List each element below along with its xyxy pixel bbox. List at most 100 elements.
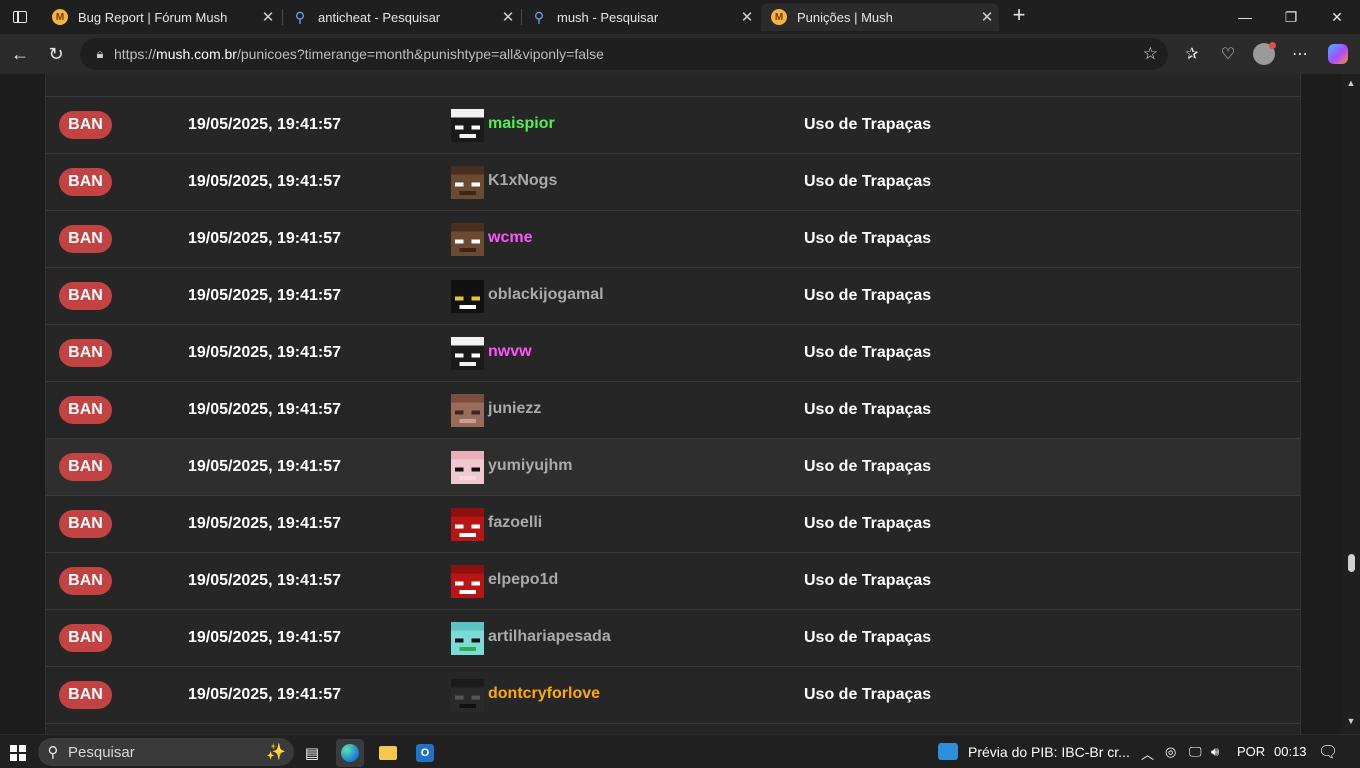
- refresh-button[interactable]: ↻: [42, 40, 70, 68]
- player-nickname[interactable]: yumiyujhm: [488, 456, 572, 476]
- notifications-icon[interactable]: 🗨︎: [1318, 742, 1338, 762]
- table-row[interactable]: BAN 19/05/2025, 19:41:57 artilhariapesada U…: [46, 610, 1301, 667]
- player-nickname[interactable]: artilhariapesada: [488, 627, 611, 647]
- punishment-type-badge: BAN: [59, 396, 112, 424]
- punishment-type-badge: BAN: [59, 111, 112, 139]
- close-icon[interactable]: ✕: [256, 8, 280, 26]
- tab-bug-report[interactable]: M Bug Report | Fórum Mush ✕: [42, 3, 280, 31]
- scroll-down-arrow[interactable]: ▼: [1346, 716, 1356, 726]
- player-head-avatar: [451, 280, 484, 313]
- restore-button[interactable]: ❐: [1268, 0, 1314, 34]
- camera-icon[interactable]: ◎: [1165, 744, 1176, 760]
- browser-toolbar: ← ↻ 🔒︎ https://mush.com.br/punicoes?time…: [0, 34, 1360, 74]
- vertical-scrollbar[interactable]: ▲ ▼: [1342, 74, 1360, 734]
- table-row[interactable]: BAN 19/05/2025, 19:41:57 oblackijogamal Uso…: [46, 268, 1301, 325]
- player-nickname[interactable]: dontcryforlove: [488, 684, 600, 704]
- tab-anticheat-search[interactable]: ⚲ anticheat - Pesquisar ✕: [282, 3, 520, 31]
- tab-actions-button[interactable]: [0, 0, 40, 34]
- mush-icon: M: [52, 9, 68, 25]
- table-row[interactable]: BAN 19/05/2025, 19:41:57 juniezz Uso de Tra…: [46, 382, 1301, 439]
- punishment-reason: Uso de Trapaças: [804, 515, 932, 532]
- edge-taskbar-button[interactable]: [336, 739, 364, 767]
- table-row[interactable]: BAN 19/05/2025, 19:41:57 yumiyujhm Uso de T…: [46, 439, 1301, 496]
- player-nickname[interactable]: nwvw: [488, 342, 532, 362]
- taskbar-search[interactable]: ⚲ Pesquisar ✨: [38, 738, 294, 766]
- clock[interactable]: 00:13: [1274, 744, 1307, 759]
- table-row[interactable]: BAN 19/05/2025, 19:41:57 fazoelli Uso de Tr…: [46, 496, 1301, 553]
- taskbar-search-placeholder: Pesquisar: [68, 743, 135, 761]
- table-row[interactable]: BAN 19/05/2025, 19:41:57 maispior Uso de Tr…: [46, 97, 1301, 154]
- player-nickname[interactable]: elpepo1d: [488, 570, 558, 590]
- language-indicator[interactable]: POR: [1237, 744, 1265, 759]
- volume-icon[interactable]: 🔊︎: [1211, 744, 1219, 760]
- player-head-avatar: [451, 109, 484, 142]
- search-icon: ⚲: [47, 744, 59, 761]
- url-path: /punicoes?timerange=month&punishtype=all…: [236, 46, 604, 62]
- close-icon[interactable]: ✕: [735, 8, 759, 26]
- tab-mush-search[interactable]: ⚲ mush - Pesquisar ✕: [521, 3, 759, 31]
- punishment-reason: Uso de Trapaças: [804, 287, 932, 304]
- punishment-reason: Uso de Trapaças: [804, 572, 932, 589]
- scroll-up-arrow[interactable]: ▲: [1346, 78, 1356, 88]
- punishment-date: 19/05/2025, 19:41:57: [188, 401, 342, 418]
- page-content: BAN 19/05/2025, 19:41:57 maispior Uso de Tr…: [0, 74, 1342, 734]
- new-tab-button[interactable]: +: [1008, 3, 1030, 29]
- punishment-type-badge: BAN: [59, 168, 112, 196]
- copilot-button[interactable]: [1326, 42, 1350, 66]
- close-window-button[interactable]: ✕: [1314, 0, 1360, 34]
- url-prefix: https://: [114, 46, 157, 62]
- player-head-avatar: [451, 166, 484, 199]
- player-head-avatar: [451, 223, 484, 256]
- search-icon: ⚲: [294, 8, 306, 25]
- player-head-avatar: [451, 679, 484, 712]
- punishment-type-badge: BAN: [59, 339, 112, 367]
- favorite-star-icon[interactable]: ☆: [1143, 44, 1158, 64]
- tab-punicoes[interactable]: M Punições | Mush ✕: [761, 3, 999, 31]
- browser-essentials-icon[interactable]: ♡: [1216, 42, 1240, 66]
- url-domain: mush.com.br: [156, 46, 237, 62]
- player-nickname[interactable]: juniezz: [488, 399, 541, 419]
- table-row[interactable]: BAN 19/05/2025, 19:41:57 wcme Uso de Trapaç…: [46, 211, 1301, 268]
- player-nickname[interactable]: oblackijogamal: [488, 285, 604, 305]
- punishment-date: 19/05/2025, 19:41:57: [188, 344, 342, 361]
- table-row-partial: [46, 74, 1301, 97]
- tab-title: anticheat - Pesquisar: [318, 9, 441, 25]
- start-button[interactable]: [10, 745, 26, 761]
- news-widget[interactable]: Prévia do PIB: IBC-Br cr...: [938, 743, 1130, 760]
- table-row-partial: [46, 724, 1301, 734]
- punishment-reason: Uso de Trapaças: [804, 686, 932, 703]
- punishment-date: 19/05/2025, 19:41:57: [188, 572, 342, 589]
- close-icon[interactable]: ✕: [975, 8, 999, 26]
- profile-button[interactable]: [1252, 42, 1276, 66]
- minimize-button[interactable]: —: [1222, 0, 1268, 34]
- network-icon[interactable]: 🖵︎: [1189, 744, 1202, 760]
- player-nickname[interactable]: maispior: [488, 114, 555, 134]
- favorites-icon[interactable]: ✰: [1180, 42, 1204, 66]
- punishment-type-badge: BAN: [59, 510, 112, 538]
- tab-strip: M Bug Report | Fórum Mush ✕ ⚲ anticheat …: [0, 0, 1360, 34]
- table-row[interactable]: BAN 19/05/2025, 19:41:57 dontcryforlove Uso…: [46, 667, 1301, 724]
- address-bar[interactable]: 🔒︎ https://mush.com.br/punicoes?timerang…: [80, 38, 1168, 70]
- player-nickname[interactable]: K1xNogs: [488, 171, 557, 191]
- outlook-button[interactable]: O: [411, 739, 439, 767]
- player-nickname[interactable]: fazoelli: [488, 513, 542, 533]
- punishment-date: 19/05/2025, 19:41:57: [188, 515, 342, 532]
- punishment-date: 19/05/2025, 19:41:57: [188, 116, 342, 133]
- player-nickname[interactable]: wcme: [488, 228, 532, 248]
- url-text: https://mush.com.br/punicoes?timerange=m…: [114, 46, 604, 62]
- task-view-button[interactable]: ▤: [298, 739, 326, 767]
- table-row[interactable]: BAN 19/05/2025, 19:41:57 K1xNogs Uso de Tra…: [46, 154, 1301, 211]
- lock-icon[interactable]: 🔒︎: [86, 46, 114, 62]
- file-explorer-button[interactable]: [374, 739, 402, 767]
- table-row[interactable]: BAN 19/05/2025, 19:41:57 nwvw Uso de Trapaç…: [46, 325, 1301, 382]
- close-icon[interactable]: ✕: [496, 8, 520, 26]
- back-button[interactable]: ←: [6, 40, 34, 68]
- tab-actions-icon: [13, 11, 27, 23]
- table-row[interactable]: BAN 19/05/2025, 19:41:57 elpepo1d Uso de Tr…: [46, 553, 1301, 610]
- more-menu-icon[interactable]: ⋯: [1288, 42, 1312, 66]
- mush-icon: M: [771, 9, 787, 25]
- windows-taskbar: ⚲ Pesquisar ✨ ▤ O Prévia do PIB: IBC-Br …: [0, 734, 1360, 768]
- scrollbar-thumb[interactable]: [1348, 554, 1355, 572]
- tab-title: Bug Report | Fórum Mush: [78, 9, 228, 25]
- chevron-up-icon[interactable]: ︿: [1141, 744, 1154, 763]
